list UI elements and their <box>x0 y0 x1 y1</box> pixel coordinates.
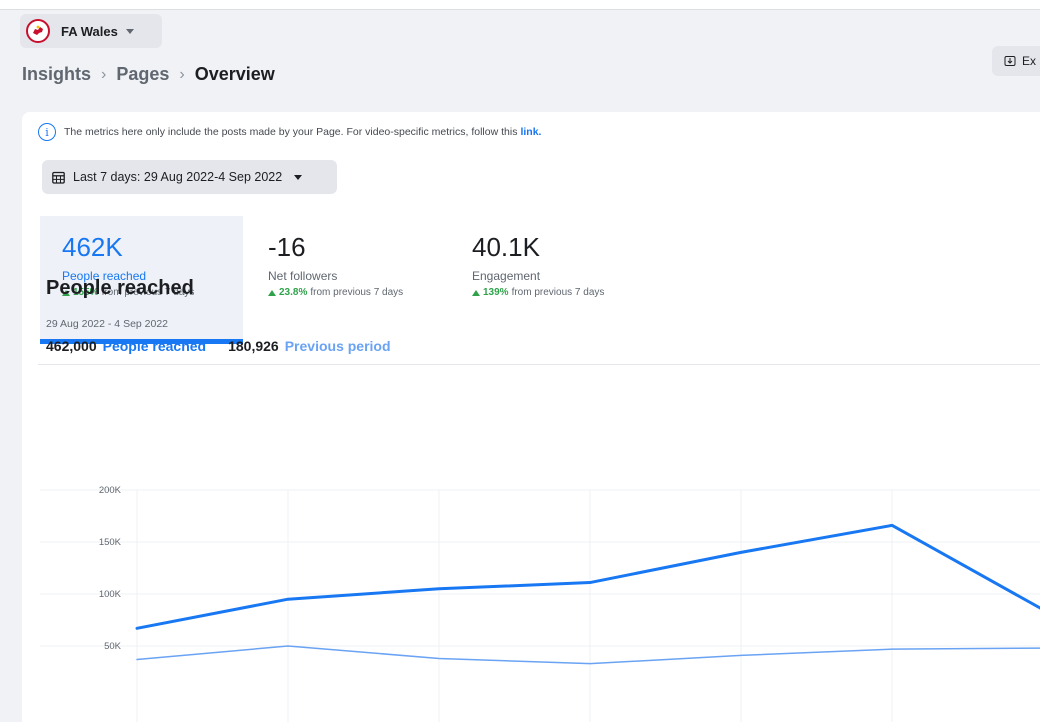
metric-value: 462K <box>62 232 123 262</box>
change-suffix: from previous 7 days <box>310 287 404 298</box>
y-tick-label: 150K <box>99 537 122 548</box>
metric-label: Net followers <box>268 269 338 283</box>
page-title: Overview <box>194 64 275 84</box>
metric-tab-net-followers[interactable]: -16 Net followers 23.8% from previous 7 … <box>246 216 446 344</box>
series-line-previous-period <box>136 645 1040 665</box>
page-switcher[interactable]: FA Wales <box>20 14 162 48</box>
date-range-picker[interactable]: Last 7 days: 29 Aug 2022-4 Sep 2022 <box>42 160 337 194</box>
export-button[interactable]: Ex <box>992 46 1040 76</box>
chevron-down-icon <box>294 174 303 180</box>
metric-value: -16 <box>268 232 306 262</box>
info-link[interactable]: link. <box>520 126 541 138</box>
breadcrumb-pages[interactable]: Pages <box>116 64 169 85</box>
info-text: The metrics here only include the posts … <box>64 126 518 138</box>
change-percent: 139% <box>483 287 509 298</box>
export-icon <box>1004 56 1016 66</box>
series-line-people-reached <box>135 523 1040 630</box>
breadcrumb-insights[interactable]: Insights <box>22 64 91 85</box>
metric-change: 23.8% from previous 7 days <box>268 287 446 298</box>
chevron-right-icon: › <box>101 65 107 83</box>
calendar-icon <box>52 171 65 184</box>
change-percent: 23.8% <box>279 287 308 298</box>
chart-totals: 462,000 People reached 180,926 Previous … <box>46 338 391 354</box>
previous-total: 180,926 <box>228 338 279 354</box>
chart-date-range: 29 Aug 2022 - 4 Sep 2022 <box>46 318 169 330</box>
current-total: 462,000 <box>46 338 97 354</box>
fa-wales-crest-icon <box>26 19 50 43</box>
date-range-label: Last 7 days: 29 Aug 2022-4 Sep 2022 <box>73 170 283 184</box>
y-tick-label: 100K <box>99 589 122 600</box>
info-icon: i <box>38 123 56 141</box>
y-tick-label: 200K <box>99 485 122 496</box>
top-bar <box>0 0 1040 10</box>
previous-series-label[interactable]: Previous period <box>285 338 391 354</box>
breadcrumb: Insights › Pages › Overview <box>22 64 275 85</box>
export-label: Ex <box>1022 54 1037 68</box>
metric-change: 139% from previous 7 days <box>472 287 660 298</box>
chevron-right-icon: › <box>179 65 185 83</box>
change-suffix: from previous 7 days <box>511 287 605 298</box>
current-series-label[interactable]: People reached <box>103 338 207 354</box>
people-reached-chart: 200K 150K 100K 50K <box>40 485 1040 722</box>
trend-up-icon <box>472 289 480 296</box>
chevron-down-icon <box>125 28 134 34</box>
trend-up-icon <box>268 289 276 296</box>
page-name: FA Wales <box>61 23 118 39</box>
metric-tab-engagement[interactable]: 40.1K Engagement 139% from previous 7 da… <box>450 216 660 344</box>
y-tick-label: 50K <box>104 641 122 652</box>
info-banner: i The metrics here only include the post… <box>38 123 541 141</box>
chart-title: People reached <box>46 277 194 299</box>
metric-value: 40.1K <box>472 232 540 262</box>
metric-label: Engagement <box>472 269 541 283</box>
